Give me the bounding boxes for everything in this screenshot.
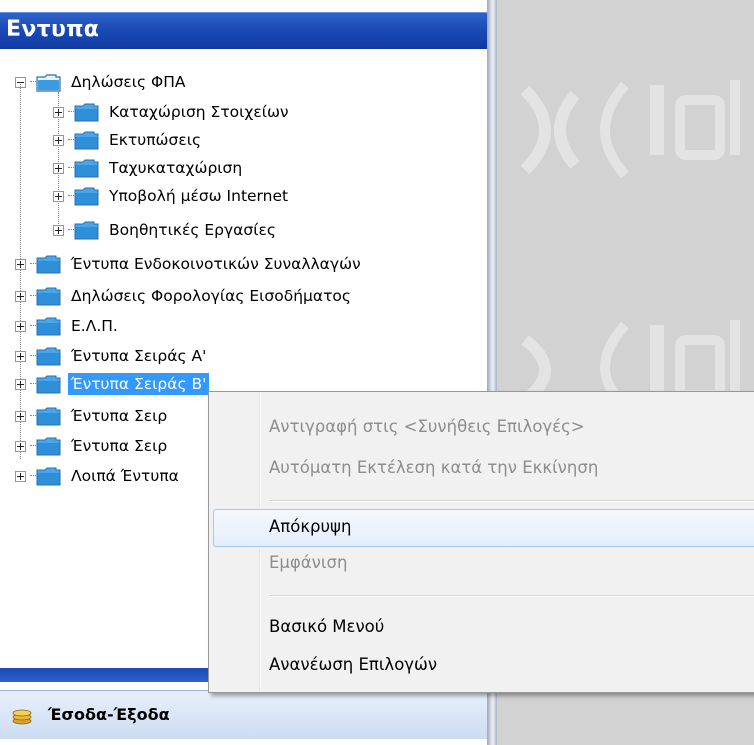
tree-item-label: Καταχώριση Στοιχείων (109, 103, 289, 121)
coins-icon (12, 709, 32, 725)
menu-item-refresh-options[interactable]: Ανανέωση Επιλογών (269, 650, 437, 680)
tree-item-label: Έντυπα Σειρ (71, 437, 168, 455)
menu-item-main-menu[interactable]: Βασικό Μενού (269, 612, 384, 642)
expand-icon[interactable] (15, 350, 26, 362)
tree-item-label: Δηλώσεις Φορολογίας Εισοδήματος (71, 287, 352, 305)
menu-item-autorun-on-startup[interactable]: Αυτόματη Εκτέλεση κατά την Εκκίνηση (269, 453, 598, 483)
tree-item-income-tax-returns[interactable]: Δηλώσεις Φορολογίας Εισοδήματος (15, 284, 354, 308)
menu-item-copy-to-favorites[interactable]: Αντιγραφή στις <Συνήθεις Επιλογές> (269, 412, 585, 442)
tree-item-internet-submission[interactable]: Υποβολή μέσω Internet (53, 184, 291, 208)
folder-icon (74, 131, 100, 150)
tree-item-label: Λοιπά Έντυπα (71, 467, 179, 485)
tree-item-auxiliary-tasks[interactable]: Βοηθητικές Εργασίες (53, 218, 279, 242)
folder-icon (74, 187, 100, 206)
tree-item-label: Εκτυπώσεις (109, 131, 202, 149)
expand-icon[interactable] (15, 410, 26, 422)
tree-item-forms-series-c[interactable]: Έντυπα Σειρ (15, 404, 170, 428)
tree-item-label: Έντυπα Σειράς Β' (68, 373, 210, 395)
tree-item-label: Ε.Λ.Π. (71, 317, 118, 335)
expand-icon[interactable] (53, 106, 64, 118)
folder-icon (74, 103, 100, 122)
tree-item-label: Έντυπα Σειράς Α' (71, 347, 207, 365)
expand-icon[interactable] (53, 162, 64, 174)
logo-watermark-icon (521, 320, 740, 400)
section-label: Έσοδα-Έξοδα (48, 705, 170, 724)
expand-icon[interactable] (15, 378, 26, 390)
tree-item-intracommunity-forms[interactable]: Έντυπα Ενδοκοινοτικών Συναλλαγών (15, 252, 364, 276)
expand-icon[interactable] (53, 190, 64, 202)
tree-item-label: Έντυπα Ενδοκοινοτικών Συναλλαγών (71, 255, 361, 273)
menu-item-show[interactable]: Εμφάνιση (269, 548, 347, 578)
context-menu: Αντιγραφή στις <Συνήθεις Επιλογές> Αυτόμ… (208, 391, 754, 693)
folder-icon (36, 317, 62, 336)
folder-icon (36, 255, 62, 274)
folder-icon (74, 221, 100, 240)
tree-item-label: Ταχυκαταχώριση (109, 159, 243, 177)
expand-icon[interactable] (15, 440, 26, 452)
tree-item-forms-series-b[interactable]: Έντυπα Σειράς Β' (15, 372, 210, 396)
logo-watermark-icon (520, 80, 740, 179)
tree-item-quick-entry[interactable]: Ταχυκαταχώριση (53, 156, 245, 180)
tree-item-label: Υποβολή μέσω Internet (109, 187, 289, 205)
tree-item-other-forms[interactable]: Λοιπά Έντυπα (15, 464, 182, 488)
folder-icon (36, 73, 62, 92)
expand-icon[interactable] (15, 320, 26, 332)
menu-separator (269, 595, 754, 597)
folder-icon (36, 347, 62, 366)
menu-separator (269, 500, 754, 502)
tree-item-label: Δηλώσεις ΦΠΑ (71, 73, 186, 91)
expand-icon[interactable] (53, 224, 64, 236)
tree-item-label: Έντυπα Σειρ (71, 407, 168, 425)
expand-icon[interactable] (53, 134, 64, 146)
tree-item-elp[interactable]: Ε.Λ.Π. (15, 314, 121, 338)
tree-item-forms-series-a[interactable]: Έντυπα Σειράς Α' (15, 344, 209, 368)
expand-icon[interactable] (15, 290, 26, 302)
folder-icon (36, 375, 62, 394)
tree-item-prints[interactable]: Εκτυπώσεις (53, 128, 204, 152)
folder-icon (74, 159, 100, 178)
folder-icon (36, 467, 62, 486)
tree-item-label: Βοηθητικές Εργασίες (109, 221, 276, 239)
income-expenses-section[interactable]: Έσοδα-Έξοδα (0, 690, 487, 739)
tree-item-forms-series-d[interactable]: Έντυπα Σειρ (15, 434, 170, 458)
folder-icon (36, 437, 62, 456)
folder-icon (36, 287, 62, 306)
expand-icon[interactable] (15, 258, 26, 270)
menu-item-hide[interactable]: Απόκρυψη (269, 512, 351, 542)
expand-icon[interactable] (15, 470, 26, 482)
folder-icon (36, 407, 62, 426)
tree-item-vat-returns[interactable]: Δηλώσεις ΦΠΑ (15, 70, 189, 94)
tree-item-data-entry[interactable]: Καταχώριση Στοιχείων (53, 100, 292, 124)
